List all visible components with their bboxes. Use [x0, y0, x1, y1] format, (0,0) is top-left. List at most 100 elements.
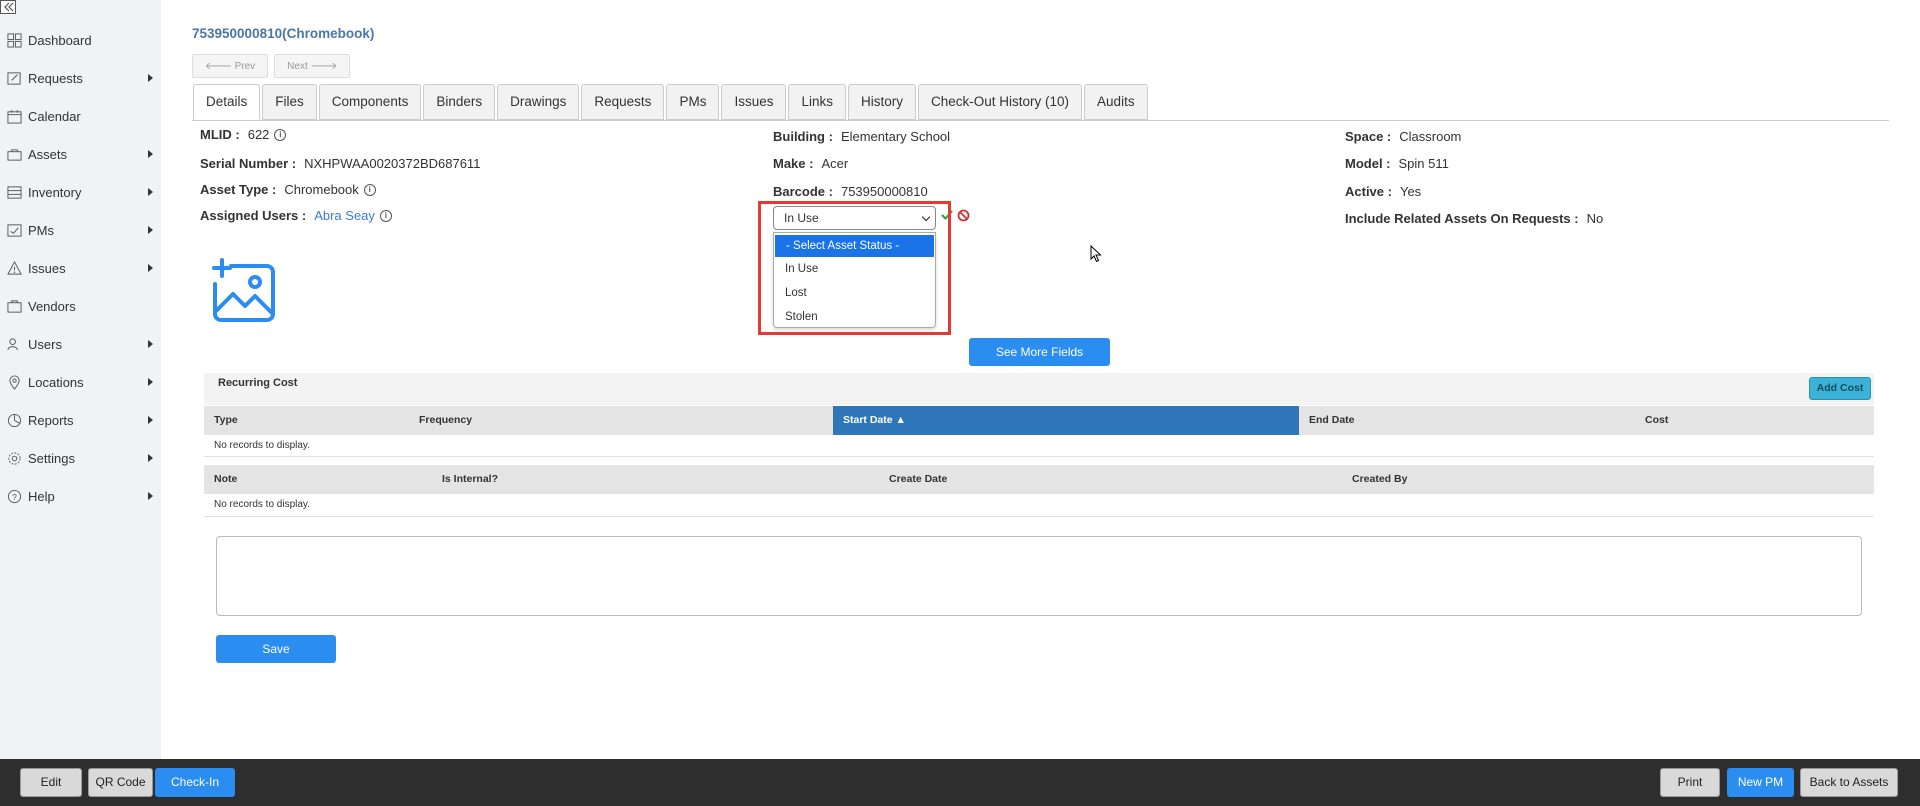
make-value: Acer	[821, 156, 849, 171]
note-textarea[interactable]	[216, 536, 1862, 616]
sidebar-item-issues[interactable]: Issues	[0, 249, 161, 287]
qr-code-button[interactable]: QR Code	[88, 768, 153, 797]
users-icon	[6, 336, 22, 352]
asset-type-field: Asset Type : Chromebook i	[200, 182, 376, 197]
notes-empty: No records to display.	[214, 499, 310, 510]
barcode-value: 753950000810	[840, 184, 928, 199]
highlight-box	[758, 201, 951, 335]
prev-button[interactable]: 🡐 Prev	[192, 54, 269, 78]
assigned-users-label: Assigned Users :	[200, 208, 307, 223]
save-button[interactable]: Save	[216, 635, 336, 663]
include-related-field: Include Related Assets On Requests : No	[1345, 211, 1603, 226]
collapse-sidebar-icon[interactable]	[0, 0, 16, 14]
tab-history[interactable]: History	[847, 84, 916, 120]
footer-toolbar: Edit QR Code Check-In Print New PM Back …	[0, 759, 1920, 806]
mlid-value: 622	[247, 127, 270, 142]
tab-components[interactable]: Components	[318, 84, 422, 120]
tab-requests[interactable]: Requests	[581, 84, 665, 120]
col-frequency[interactable]: Frequency	[409, 406, 833, 435]
include-related-value: No	[1586, 211, 1604, 226]
space-value: Classroom	[1399, 129, 1462, 144]
sidebar-item-requests[interactable]: Requests	[0, 59, 161, 97]
back-to-assets-button[interactable]: Back to Assets	[1800, 768, 1898, 797]
page-title: 753950000810(Chromebook)	[192, 26, 375, 41]
sidebar-item-locations[interactable]: Locations	[0, 363, 161, 401]
barcode-field: Barcode : 753950000810	[773, 184, 928, 199]
col-created-by[interactable]: Created By	[1342, 465, 1874, 494]
serial-value: NXHPWAA0020372BD687611	[304, 156, 481, 171]
col-start-date[interactable]: Start Date ▲	[833, 406, 1299, 435]
new-pm-button[interactable]: New PM	[1727, 768, 1794, 797]
requests-icon	[6, 70, 22, 86]
sidebar-item-label: Reports	[28, 412, 74, 428]
location-icon	[6, 374, 22, 390]
sidebar-item-inventory[interactable]: Inventory	[0, 173, 161, 211]
sidebar-item-pms[interactable]: PMs	[0, 211, 161, 249]
cancel-icon[interactable]	[957, 209, 970, 222]
serial-field: Serial Number : NXHPWAA0020372BD687611	[200, 156, 480, 171]
asset-type-value: Chromebook	[284, 182, 359, 197]
add-image-icon[interactable]	[211, 258, 275, 322]
add-cost-button[interactable]: Add Cost	[1809, 377, 1871, 400]
info-icon[interactable]: i	[379, 209, 392, 222]
tab-audits[interactable]: Audits	[1084, 84, 1148, 120]
include-related-label: Include Related Assets On Requests :	[1345, 211, 1579, 226]
recurring-cost-header: Type Frequency Start Date ▲ End Date Cos…	[204, 406, 1874, 435]
reports-icon	[6, 412, 22, 428]
tab-details[interactable]: Details	[193, 84, 261, 120]
sidebar-item-label: Assets	[28, 146, 68, 162]
chevron-right-icon	[148, 454, 153, 462]
sidebar-item-calendar[interactable]: Calendar	[0, 97, 161, 135]
assigned-user-link[interactable]: Abra Seay	[314, 208, 375, 223]
chevron-right-icon	[148, 340, 153, 348]
info-icon[interactable]: i	[363, 183, 376, 196]
edit-button[interactable]: Edit	[20, 768, 82, 797]
tab-drawings[interactable]: Drawings	[497, 84, 580, 120]
tab-binders[interactable]: Binders	[423, 84, 496, 120]
tab-checkout-history[interactable]: Check-Out History (10)	[918, 84, 1083, 120]
model-field: Model : Spin 511	[1345, 156, 1449, 171]
space-label: Space :	[1345, 129, 1392, 144]
sidebar-item-label: Settings	[28, 450, 75, 466]
check-in-button[interactable]: Check-In	[155, 768, 235, 797]
mlid-field: MLID : 622 i	[200, 127, 287, 142]
info-icon[interactable]: i	[274, 128, 287, 141]
sidebar-item-reports[interactable]: Reports	[0, 401, 161, 439]
col-cost[interactable]: Cost	[1635, 406, 1874, 435]
sidebar-item-vendors[interactable]: Vendors	[0, 287, 161, 325]
active-label: Active :	[1345, 184, 1392, 199]
sidebar-item-label: Issues	[28, 260, 66, 276]
active-value: Yes	[1399, 184, 1422, 199]
sidebar-item-users[interactable]: Users	[0, 325, 161, 363]
sidebar-item-label: Calendar	[28, 108, 81, 124]
sidebar-item-settings[interactable]: Settings	[0, 439, 161, 477]
col-is-internal[interactable]: Is Internal?	[432, 465, 879, 494]
building-field: Building : Elementary School	[773, 129, 950, 144]
sidebar-item-label: Locations	[28, 374, 84, 390]
print-button[interactable]: Print	[1660, 768, 1720, 797]
sidebar-item-assets[interactable]: Assets	[0, 135, 161, 173]
notes-header: Note Is Internal? Create Date Created By	[204, 465, 1874, 494]
col-note[interactable]: Note	[204, 465, 432, 494]
barcode-label: Barcode :	[773, 184, 833, 199]
col-end-date[interactable]: End Date	[1299, 406, 1635, 435]
main-panel: 753950000810(Chromebook) 🡐 Prev Next 🡒 D…	[161, 0, 1920, 759]
chevron-right-icon	[148, 378, 153, 386]
calendar-icon	[6, 108, 22, 124]
divider	[204, 516, 1874, 517]
tab-issues[interactable]: Issues	[721, 84, 787, 120]
serial-label: Serial Number :	[200, 156, 297, 171]
next-button[interactable]: Next 🡒	[274, 54, 351, 78]
tab-links[interactable]: Links	[788, 84, 846, 120]
col-type[interactable]: Type	[204, 406, 409, 435]
mlid-label: MLID :	[200, 127, 240, 142]
chevron-right-icon	[148, 492, 153, 500]
assets-icon	[6, 146, 22, 162]
sidebar-item-help[interactable]: ? Help	[0, 477, 161, 515]
sidebar-item-label: Inventory	[28, 184, 82, 200]
sidebar-item-dashboard[interactable]: Dashboard	[0, 21, 161, 59]
tab-pms[interactable]: PMs	[666, 84, 720, 120]
tab-files[interactable]: Files	[262, 84, 317, 120]
see-more-fields-button[interactable]: See More Fields	[969, 338, 1110, 366]
col-create-date[interactable]: Create Date	[879, 465, 1342, 494]
